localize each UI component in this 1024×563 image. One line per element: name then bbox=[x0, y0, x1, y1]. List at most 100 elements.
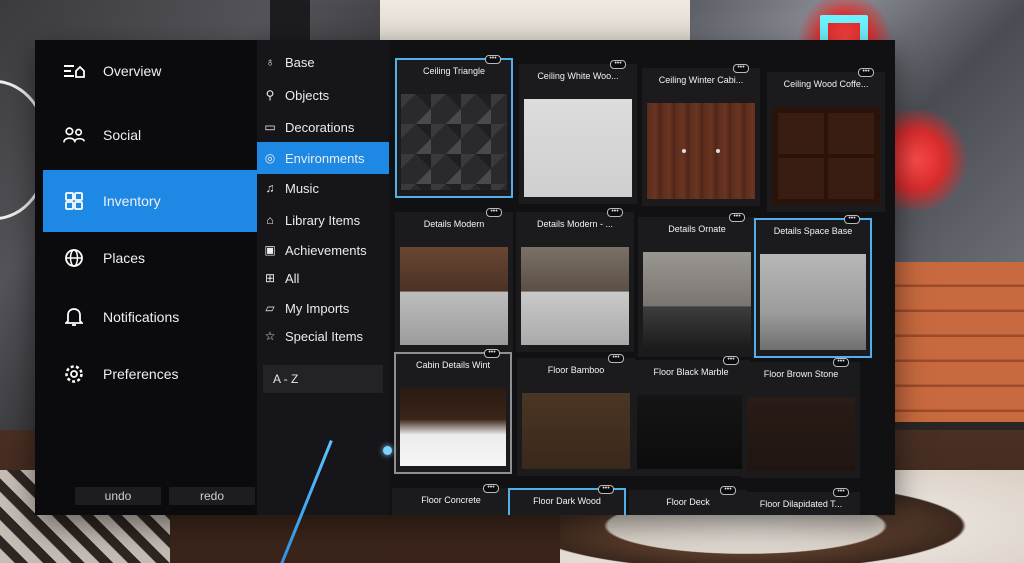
category-label: All bbox=[285, 270, 300, 286]
item-name: Floor Dark Wood bbox=[533, 496, 601, 506]
more-icon[interactable]: ••• bbox=[844, 215, 860, 224]
item-name: Floor Brown Stone bbox=[763, 369, 839, 379]
more-icon[interactable]: ••• bbox=[729, 213, 745, 222]
more-icon[interactable]: ••• bbox=[598, 485, 614, 494]
sidebar-item-overview[interactable]: Overview bbox=[43, 42, 253, 100]
more-icon[interactable]: ••• bbox=[483, 484, 499, 493]
sidebar-item-notifications[interactable]: Notifications bbox=[43, 288, 253, 346]
item-name: Details Space Base bbox=[773, 226, 853, 236]
more-icon[interactable]: ••• bbox=[610, 60, 626, 69]
item-tile[interactable]: ••• Floor Dilapidated T... bbox=[742, 488, 860, 515]
item-tile[interactable]: ••• Floor Dark Wood bbox=[508, 485, 626, 515]
category-my-imports[interactable]: ▱ My Imports bbox=[257, 294, 389, 322]
sidebar-item-label: Notifications bbox=[103, 309, 180, 325]
folder-icon: ▱ bbox=[265, 301, 275, 315]
item-tile[interactable]: ••• Floor Black Marble bbox=[632, 356, 750, 476]
item-name: Ceiling Triangle bbox=[422, 66, 486, 76]
category-environments[interactable]: ◎ Environments bbox=[257, 142, 389, 174]
item-name: Cabin Details Wint bbox=[415, 360, 491, 370]
objects-icon: ⚲ bbox=[265, 88, 275, 102]
sidebar-item-label: Overview bbox=[103, 63, 162, 79]
item-tile[interactable]: ••• Ceiling White Woo... bbox=[519, 60, 637, 204]
category-label: Music bbox=[285, 180, 319, 196]
more-icon[interactable]: ••• bbox=[720, 486, 736, 495]
inventory-icon bbox=[63, 190, 85, 212]
item-tile[interactable]: ••• Ceiling Winter Cabi... bbox=[642, 64, 760, 206]
item-tile[interactable]: ••• Ceiling Wood Coffe... bbox=[767, 68, 885, 212]
item-thumbnail bbox=[747, 397, 855, 471]
sidebar-item-places[interactable]: Places bbox=[43, 229, 253, 287]
item-tile[interactable]: ••• Cabin Details Wint bbox=[394, 349, 512, 474]
item-thumbnail bbox=[401, 94, 507, 190]
item-name: Ceiling White Woo... bbox=[537, 71, 619, 81]
pointer-cursor bbox=[383, 446, 392, 455]
overview-icon bbox=[63, 60, 85, 82]
category-all[interactable]: ⊞ All bbox=[257, 264, 389, 292]
item-tile[interactable]: ••• Floor Brown Stone bbox=[742, 358, 860, 478]
item-tile[interactable]: ••• Floor Deck bbox=[629, 486, 747, 515]
globe-icon bbox=[63, 247, 85, 269]
category-base[interactable]: ♁ Base bbox=[257, 48, 389, 76]
more-icon[interactable]: ••• bbox=[485, 55, 501, 64]
category-library-items[interactable]: ⌂ Library Items bbox=[257, 206, 389, 234]
item-tile[interactable]: ••• Floor Bamboo bbox=[517, 354, 635, 476]
category-label: Objects bbox=[285, 87, 330, 103]
sidebar-item-label: Places bbox=[103, 250, 146, 266]
item-name: Floor Black Marble bbox=[653, 367, 729, 377]
category-label: Base bbox=[285, 54, 315, 70]
item-tile[interactable]: ••• Ceiling Triangle bbox=[395, 55, 513, 198]
category-label: Library Items bbox=[285, 212, 361, 228]
item-thumbnail bbox=[522, 393, 630, 469]
item-thumbnail bbox=[400, 247, 508, 345]
category-special-items[interactable]: ☆ Special Items bbox=[257, 322, 389, 350]
item-name: Ceiling Wood Coffe... bbox=[783, 79, 869, 89]
more-icon[interactable]: ••• bbox=[733, 64, 749, 73]
sort-dropdown[interactable]: A - Z bbox=[263, 365, 383, 393]
more-icon[interactable]: ••• bbox=[858, 68, 874, 77]
item-thumbnail bbox=[647, 103, 755, 199]
redo-button[interactable]: redo bbox=[169, 487, 255, 505]
sidebar-item-social[interactable]: Social bbox=[43, 106, 253, 164]
item-thumbnail bbox=[521, 247, 629, 345]
more-icon[interactable]: ••• bbox=[723, 356, 739, 365]
category-label: My Imports bbox=[285, 300, 350, 316]
item-tile[interactable]: ••• Details Space Base bbox=[754, 215, 872, 358]
category-label: Decorations bbox=[285, 119, 355, 135]
category-music[interactable]: ♫ Music bbox=[257, 174, 389, 202]
category-decorations[interactable]: ▭ Decorations bbox=[257, 113, 389, 141]
item-thumbnail bbox=[760, 254, 866, 350]
item-tile[interactable]: ••• Details Modern - ... bbox=[516, 208, 634, 352]
category-label: Environments bbox=[285, 150, 365, 166]
item-name: Details Ornate bbox=[668, 224, 726, 234]
more-icon[interactable]: ••• bbox=[608, 354, 624, 363]
item-thumbnail bbox=[524, 99, 632, 197]
item-name: Ceiling Winter Cabi... bbox=[658, 75, 744, 85]
category-list: ♁ Base ⚲ Objects ▭ Decorations ◎ Environ… bbox=[257, 40, 389, 515]
achievements-icon: ▣ bbox=[264, 243, 276, 257]
sidebar-item-inventory[interactable]: Inventory bbox=[43, 170, 257, 232]
item-name: Floor Concrete bbox=[421, 495, 481, 505]
more-icon[interactable]: ••• bbox=[833, 488, 849, 497]
item-thumbnail bbox=[643, 252, 751, 350]
item-name: Details Modern - ... bbox=[536, 219, 614, 229]
category-objects[interactable]: ⚲ Objects bbox=[257, 81, 389, 109]
main-sidebar: Overview Social Inventory Places Notific… bbox=[35, 40, 257, 515]
sidebar-item-preferences[interactable]: Preferences bbox=[43, 345, 253, 403]
more-icon[interactable]: ••• bbox=[833, 358, 849, 367]
category-achievements[interactable]: ▣ Achievements bbox=[257, 236, 389, 264]
item-tile[interactable]: ••• Floor Concrete bbox=[392, 484, 510, 515]
item-grid: ••• Ceiling Triangle ••• Ceiling White W… bbox=[392, 52, 892, 515]
environments-icon: ◎ bbox=[264, 151, 276, 165]
more-icon[interactable]: ••• bbox=[486, 208, 502, 217]
item-thumbnail bbox=[772, 107, 880, 205]
sidebar-item-label: Social bbox=[103, 127, 142, 143]
bell-icon bbox=[63, 306, 85, 328]
item-name: Floor Deck bbox=[666, 497, 710, 507]
item-tile[interactable]: ••• Details Modern bbox=[395, 208, 513, 352]
undo-button[interactable]: undo bbox=[75, 487, 161, 505]
more-icon[interactable]: ••• bbox=[484, 349, 500, 358]
category-label: Special Items bbox=[285, 328, 364, 344]
item-name: Details Modern bbox=[423, 219, 485, 229]
more-icon[interactable]: ••• bbox=[607, 208, 623, 217]
item-tile[interactable]: ••• Details Ornate bbox=[638, 213, 756, 357]
